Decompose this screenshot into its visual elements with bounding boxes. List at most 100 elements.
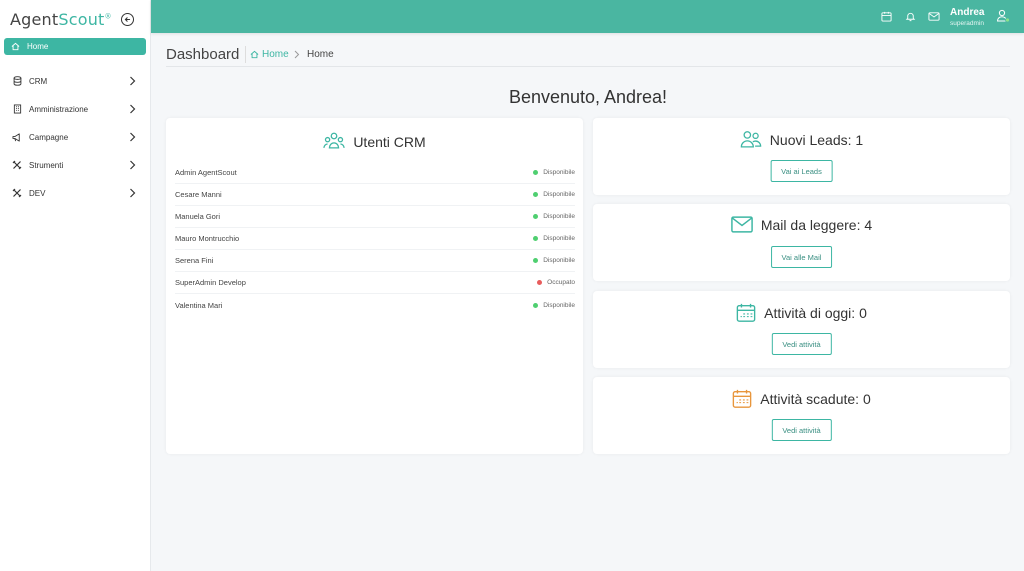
status-dot (533, 302, 539, 308)
sidebar-item-campagne[interactable]: Campagne (0, 123, 150, 151)
stat-action-button[interactable]: Vedi attività (771, 333, 832, 355)
sidebar-item-label: DEV (29, 188, 46, 198)
logo-reg: ® (104, 12, 112, 21)
logo-accent-text: Scout (58, 9, 105, 29)
sidebar-item-amministrazione[interactable]: Amministrazione (0, 95, 150, 123)
table-row: Cesare Manni Disponibile (175, 184, 575, 206)
logo-row: AgentScout® (0, 0, 150, 38)
status-badge: Disponibile (533, 191, 575, 198)
stat-title: Mail da leggere: 4 (593, 216, 1010, 233)
database-icon (12, 76, 22, 86)
user-status-icon[interactable] (996, 9, 1010, 23)
sidebar-item-crm[interactable]: CRM (0, 67, 150, 95)
table-row: Mauro Montrucchio Disponibile (175, 228, 575, 250)
status-badge: Disponibile (533, 213, 575, 220)
chevron-right-icon (130, 76, 136, 86)
status-badge: Disponibile (533, 235, 575, 242)
status-dot (533, 236, 539, 241)
status-dot (533, 192, 539, 197)
user-name-cell: SuperAdmin Develop (175, 278, 246, 287)
chevron-right-icon (130, 188, 136, 198)
crm-users-title-text: Utenti CRM (353, 133, 426, 150)
home-icon (250, 50, 259, 59)
table-row: Serena Fini Disponibile (175, 250, 575, 272)
user-name-cell: Valentina Mari (175, 300, 223, 310)
user-name-cell: Admin AgentScout (175, 168, 237, 177)
status-label: Disponibile (543, 169, 575, 176)
calendar-icon[interactable] (881, 11, 892, 22)
collapse-sidebar-button[interactable] (121, 13, 134, 26)
users-icon (323, 132, 346, 149)
welcome-heading: Benvenuto, Andrea! (508, 87, 668, 107)
stat-title-text: Attività scadute: 0 (760, 391, 871, 407)
table-row: Manuela Gori Disponibile (175, 206, 575, 228)
stat-card: Nuovi Leads: 1 Vai ai Leads (593, 118, 1010, 195)
status-badge: Occupato (537, 279, 575, 286)
user-name[interactable]: Andrea (950, 7, 984, 18)
stat-title-text: Mail da leggere: 4 (760, 216, 873, 233)
home-icon (10, 42, 20, 52)
sidebar-nav: Home CRM Amministrazione Campagne Strume… (0, 38, 150, 207)
user-name-cell: Serena Fini (175, 256, 214, 265)
breadcrumb-home-link[interactable]: Home (250, 49, 289, 60)
stat-title: Attività scadute: 0 (593, 389, 1010, 409)
stat-action-button[interactable]: Vai alle Mail (770, 246, 833, 268)
crm-users-title: Utenti CRM (166, 132, 583, 151)
stat-title: Nuovi Leads: 1 (593, 130, 1010, 149)
user-name-cell: Mauro Montrucchio (175, 234, 240, 243)
sidebar-item-dev[interactable]: DEV (0, 179, 150, 207)
status-badge: Disponibile (533, 302, 575, 309)
breadcrumb-current: Home (307, 49, 334, 60)
calendar-overdue-icon (732, 389, 752, 409)
chevron-right-icon (294, 50, 300, 59)
stat-title: Attività di oggi: 0 (593, 303, 1010, 323)
stat-title-text: Attività di oggi: 0 (764, 305, 867, 321)
status-dot (537, 280, 543, 285)
user-name-cell: Manuela Gori (175, 212, 221, 221)
stat-card: Attività scadute: 0 Vedi attività (593, 377, 1010, 454)
page-title: Dashboard (166, 46, 240, 63)
user-name-cell: Cesare Manni (175, 190, 222, 199)
stat-card: Attività di oggi: 0 Vedi attività (593, 291, 1010, 368)
topbar: Andrea superadmin (151, 0, 1024, 33)
status-label: Occupato (547, 279, 575, 286)
status-dot (533, 170, 539, 175)
table-row: SuperAdmin Develop Occupato (175, 272, 575, 294)
megaphone-icon (12, 132, 22, 142)
status-label: Disponibile (543, 191, 575, 198)
chevron-right-icon (130, 132, 136, 142)
tools-icon (12, 160, 22, 170)
sidebar-item-label: Strumenti (29, 160, 64, 170)
arrow-left-icon (124, 17, 131, 22)
app-logo[interactable]: AgentScout® (10, 10, 112, 29)
users-icon (740, 130, 762, 149)
crm-users-list: Admin AgentScout Disponibile Cesare Mann… (175, 162, 575, 316)
status-label: Disponibile (543, 301, 575, 309)
stat-action-button[interactable]: Vai ai Leads (770, 160, 833, 182)
status-label: Disponibile (543, 213, 575, 220)
breadcrumb-divider (245, 46, 246, 63)
chevron-right-icon (130, 160, 136, 170)
status-label: Disponibile (543, 235, 575, 242)
sidebar-item-label: Home (27, 42, 49, 51)
table-row: Admin AgentScout Disponibile (175, 162, 575, 184)
crm-users-card: Utenti CRM Admin AgentScout Disponibile … (166, 118, 583, 454)
status-dot (533, 214, 539, 219)
status-label: Disponibile (543, 257, 575, 264)
status-badge: Disponibile (533, 257, 575, 264)
breadcrumb-home-label: Home (262, 49, 289, 60)
header-divider (166, 66, 1010, 67)
mail-icon (731, 216, 753, 233)
stat-card: Mail da leggere: 4 Vai alle Mail (593, 204, 1010, 281)
sidebar-item-label: Amministrazione (29, 104, 89, 114)
sidebar-item-label: Campagne (29, 132, 69, 142)
mail-icon[interactable] (928, 11, 940, 22)
bell-icon[interactable] (905, 11, 916, 22)
stat-action-button[interactable]: Vedi attività (771, 419, 832, 441)
sidebar-item-home[interactable]: Home (4, 38, 146, 55)
status-dot (533, 258, 539, 263)
sidebar-item-strumenti[interactable]: Strumenti (0, 151, 150, 179)
table-row: Valentina Mari Disponibile (175, 294, 575, 316)
sidebar-item-label: CRM (29, 76, 48, 86)
building-icon (12, 104, 22, 114)
